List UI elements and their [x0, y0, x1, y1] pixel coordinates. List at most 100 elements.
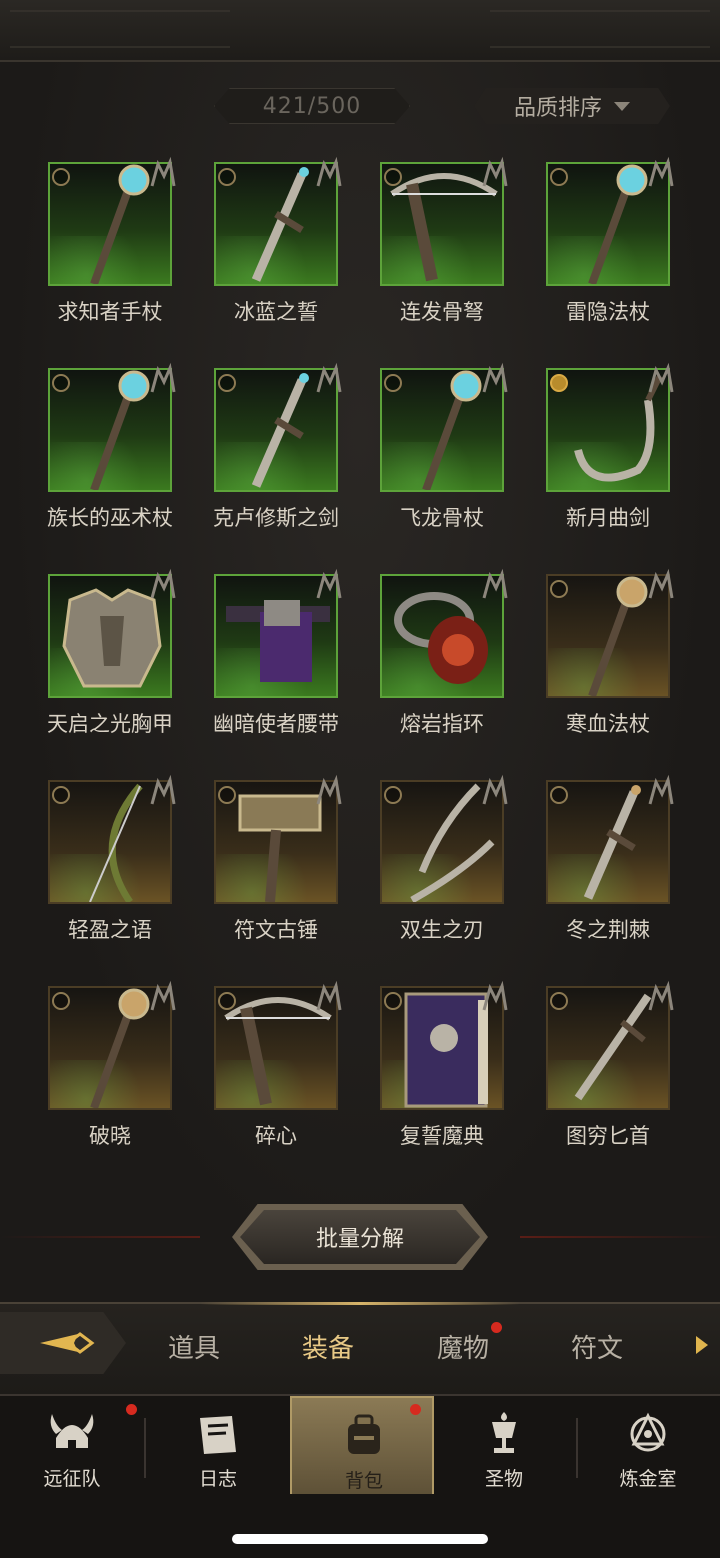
inventory-item[interactable]: 破晓: [40, 974, 200, 1174]
select-circle[interactable]: [384, 374, 402, 392]
nav-relics[interactable]: 圣物: [432, 1396, 576, 1496]
inventory-item[interactable]: 符文古锤: [206, 768, 366, 968]
bottom-nav: 远征队 日志 背包 圣物 炼金室: [0, 1394, 720, 1496]
nav-alchemy[interactable]: 炼金室: [576, 1396, 720, 1496]
batch-salvage-button[interactable]: 批量分解: [240, 1210, 480, 1264]
inventory-item[interactable]: 双生之刃: [372, 768, 532, 968]
item-name: 破晓: [89, 1124, 131, 1148]
inventory-item[interactable]: 寒血法杖: [538, 562, 698, 762]
rune-slot-icon: [316, 362, 342, 393]
inventory-item[interactable]: 冬之荆棘: [538, 768, 698, 968]
select-circle[interactable]: [550, 992, 568, 1010]
rune-slot-icon: [648, 774, 674, 805]
sort-dropdown[interactable]: 品质排序: [474, 88, 670, 124]
rune-slot-icon: [150, 362, 176, 393]
rune-slot-icon: [482, 362, 508, 393]
back-button[interactable]: [0, 1312, 126, 1374]
select-circle[interactable]: [550, 168, 568, 186]
inventory-item[interactable]: 碎心: [206, 974, 366, 1174]
sort-label: 品质排序: [513, 96, 602, 121]
inventory-item[interactable]: 天启之光胸甲: [40, 562, 200, 762]
select-circle[interactable]: [52, 786, 70, 804]
inventory-item[interactable]: 冰蓝之誓: [206, 150, 366, 350]
item-name: 连发骨弩: [400, 300, 484, 324]
tab-equipment[interactable]: 装备: [302, 1328, 354, 1365]
nav-expedition[interactable]: 远征队: [0, 1396, 144, 1496]
rune-slot-icon: [316, 156, 342, 187]
tab-items[interactable]: 道具: [168, 1328, 220, 1365]
tab-items-label: 道具: [168, 1334, 221, 1364]
rune-slot-icon: [482, 774, 508, 805]
item-name: 天启之光胸甲: [47, 712, 173, 736]
inventory-item[interactable]: 幽暗使者腰带: [206, 562, 366, 762]
tab-monsters[interactable]: 魔物: [437, 1328, 489, 1365]
inventory-count: 421/500: [214, 88, 410, 124]
inventory-item[interactable]: 熔岩指环: [372, 562, 532, 762]
inventory-item[interactable]: 复誓魔典: [372, 974, 532, 1174]
rune-slot-icon: [316, 774, 342, 805]
select-circle[interactable]: [550, 786, 568, 804]
ornament-right: [490, 10, 710, 48]
divider-right: [520, 1236, 720, 1238]
item-name: 求知者手杖: [57, 300, 163, 324]
tab-runes[interactable]: 符文: [571, 1328, 623, 1365]
chevron-down-icon: [614, 101, 630, 111]
inventory-item[interactable]: 轻盈之语: [40, 768, 200, 968]
tab-equipment-label: 装备: [302, 1334, 355, 1364]
select-circle[interactable]: [218, 168, 236, 186]
backpack-icon: [348, 1414, 380, 1454]
rune-slot-icon: [482, 980, 508, 1011]
viking-helmet-icon: [50, 1414, 94, 1454]
select-circle[interactable]: [550, 580, 568, 598]
select-circle[interactable]: [384, 786, 402, 804]
rune-slot-icon: [648, 568, 674, 599]
item-name: 图穷匕首: [566, 1124, 650, 1148]
rune-slot-icon: [150, 980, 176, 1011]
select-circle[interactable]: [52, 374, 70, 392]
category-tabs: 道具 装备 魔物 符文: [0, 1302, 720, 1394]
nav-journal[interactable]: 日志: [146, 1396, 290, 1496]
rune-slot-icon: [150, 156, 176, 187]
inventory-item[interactable]: 连发骨弩: [372, 150, 532, 350]
item-name: 寒血法杖: [566, 712, 650, 736]
rune-slot-icon: [482, 156, 508, 187]
item-name: 冬之荆棘: [566, 918, 650, 942]
alchemy-icon: [630, 1412, 666, 1452]
notification-dot: [491, 1322, 502, 1333]
scroll-right-icon[interactable]: [696, 1336, 708, 1354]
rune-slot-icon: [648, 362, 674, 393]
home-indicator[interactable]: [232, 1534, 488, 1544]
item-name: 克卢修斯之剑: [213, 506, 339, 530]
select-circle[interactable]: [384, 992, 402, 1010]
top-frame: [0, 0, 720, 62]
select-circle[interactable]: [52, 992, 70, 1010]
select-circle[interactable]: [384, 168, 402, 186]
nav-journal-label: 日志: [198, 1468, 237, 1490]
item-name: 符文古锤: [234, 918, 318, 942]
inventory-item[interactable]: 克卢修斯之剑: [206, 356, 366, 556]
select-circle[interactable]: [218, 786, 236, 804]
nav-alchemy-label: 炼金室: [619, 1468, 677, 1490]
scroll-icon: [200, 1416, 236, 1454]
rune-slot-icon: [648, 980, 674, 1011]
notification-dot: [410, 1404, 421, 1415]
inventory-item[interactable]: 图穷匕首: [538, 974, 698, 1174]
inventory-item[interactable]: 求知者手杖: [40, 150, 200, 350]
nav-backpack-label: 背包: [344, 1470, 383, 1492]
item-name: 雷隐法杖: [566, 300, 650, 324]
item-name: 幽暗使者腰带: [213, 712, 339, 736]
rune-slot-icon: [316, 568, 342, 599]
favorite-icon[interactable]: [550, 374, 568, 392]
select-circle[interactable]: [218, 374, 236, 392]
select-circle[interactable]: [218, 992, 236, 1010]
chalice-icon: [492, 1412, 516, 1453]
tab-monsters-label: 魔物: [437, 1334, 490, 1364]
select-circle[interactable]: [52, 168, 70, 186]
inventory-item[interactable]: 飞龙骨杖: [372, 356, 532, 556]
item-name: 飞龙骨杖: [400, 506, 484, 530]
nav-relics-label: 圣物: [484, 1468, 523, 1490]
item-name: 碎心: [255, 1124, 297, 1148]
inventory-item[interactable]: 族长的巫术杖: [40, 356, 200, 556]
inventory-item[interactable]: 新月曲剑: [538, 356, 698, 556]
inventory-item[interactable]: 雷隐法杖: [538, 150, 698, 350]
